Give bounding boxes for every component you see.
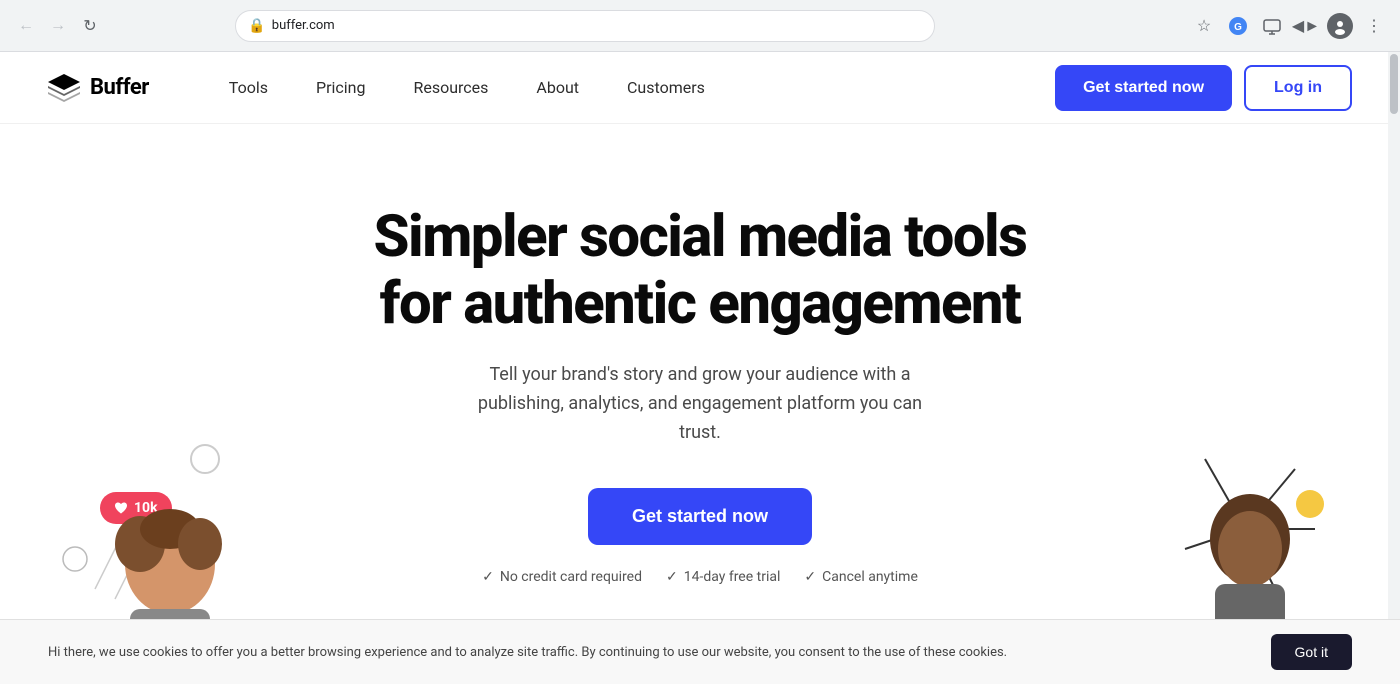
cookie-ok-button[interactable]: Got it [1271,634,1352,670]
lock-icon: 🔒 [248,18,265,34]
nav-about[interactable]: About [516,70,599,105]
hero-subtitle: Tell your brand's story and grow your au… [460,361,940,447]
forward-button[interactable]: → [44,12,72,40]
decorative-circle [190,444,220,474]
nav-resources[interactable]: Resources [393,70,508,105]
menu-button[interactable]: ⋮ [1360,12,1388,40]
trust-badges: ✓ No credit card required ✓ 14-day free … [482,569,918,585]
svg-text:G: G [1234,22,1242,33]
address-bar[interactable]: 🔒 buffer.com [235,10,935,42]
url-text: buffer.com [272,18,923,33]
cookie-banner: Hi there, we use cookies to offer you a … [0,619,1400,684]
trust-badge-label-2: 14-day free trial [684,569,781,585]
navbar-login-button[interactable]: Log in [1244,65,1352,111]
profile-button[interactable] [1326,12,1354,40]
trust-badge-label-1: No credit card required [500,569,642,585]
nav-customers[interactable]: Customers [607,70,725,105]
hero-title: Simpler social media tools for authentic… [374,204,1027,337]
brand-name: Buffer [90,75,149,100]
navbar-nav: Tools Pricing Resources About Customers [209,70,1055,105]
page-scrollbar[interactable] [1388,52,1400,684]
hero-section: 10k [0,124,1400,684]
navbar-get-started-button[interactable]: Get started now [1055,65,1232,111]
trust-badge-cancel: ✓ Cancel anytime [804,569,917,585]
check-icon-3: ✓ [804,569,816,585]
nav-buttons: ← → ↻ [12,12,104,40]
brand-logo[interactable]: Buffer [48,74,149,102]
trust-badge-trial: ✓ 14-day free trial [666,569,780,585]
scrollbar-thumb[interactable] [1390,54,1398,114]
hero-title-line1: Simpler social media tools [374,203,1027,271]
nav-pricing[interactable]: Pricing [296,70,386,105]
reload-button[interactable]: ↻ [76,12,104,40]
extension-screen-button[interactable] [1258,12,1286,40]
extensions-button[interactable]: ◀► [1292,12,1320,40]
navbar: Buffer Tools Pricing Resources About Cus… [0,52,1400,124]
website: Buffer Tools Pricing Resources About Cus… [0,52,1400,684]
nav-tools[interactable]: Tools [209,70,288,105]
trust-badge-label-3: Cancel anytime [822,569,918,585]
trust-badge-no-cc: ✓ No credit card required [482,569,642,585]
cookie-banner-text: Hi there, we use cookies to offer you a … [48,645,1251,660]
browser-toolbar-right: ☆ G ◀► ⋮ [1190,12,1388,40]
browser-chrome: ← → ↻ 🔒 buffer.com ☆ G ◀► ⋮ [0,0,1400,52]
check-icon-1: ✓ [482,569,494,585]
bookmark-button[interactable]: ☆ [1190,12,1218,40]
buffer-logo-icon [48,74,80,102]
back-button[interactable]: ← [12,12,40,40]
hero-cta-button[interactable]: Get started now [588,488,812,545]
profile-avatar [1327,13,1353,39]
hero-title-line2: for authentic engagement [380,270,1021,338]
navbar-actions: Get started now Log in [1055,65,1352,111]
extension-google-button[interactable]: G [1224,12,1252,40]
check-icon-2: ✓ [666,569,678,585]
